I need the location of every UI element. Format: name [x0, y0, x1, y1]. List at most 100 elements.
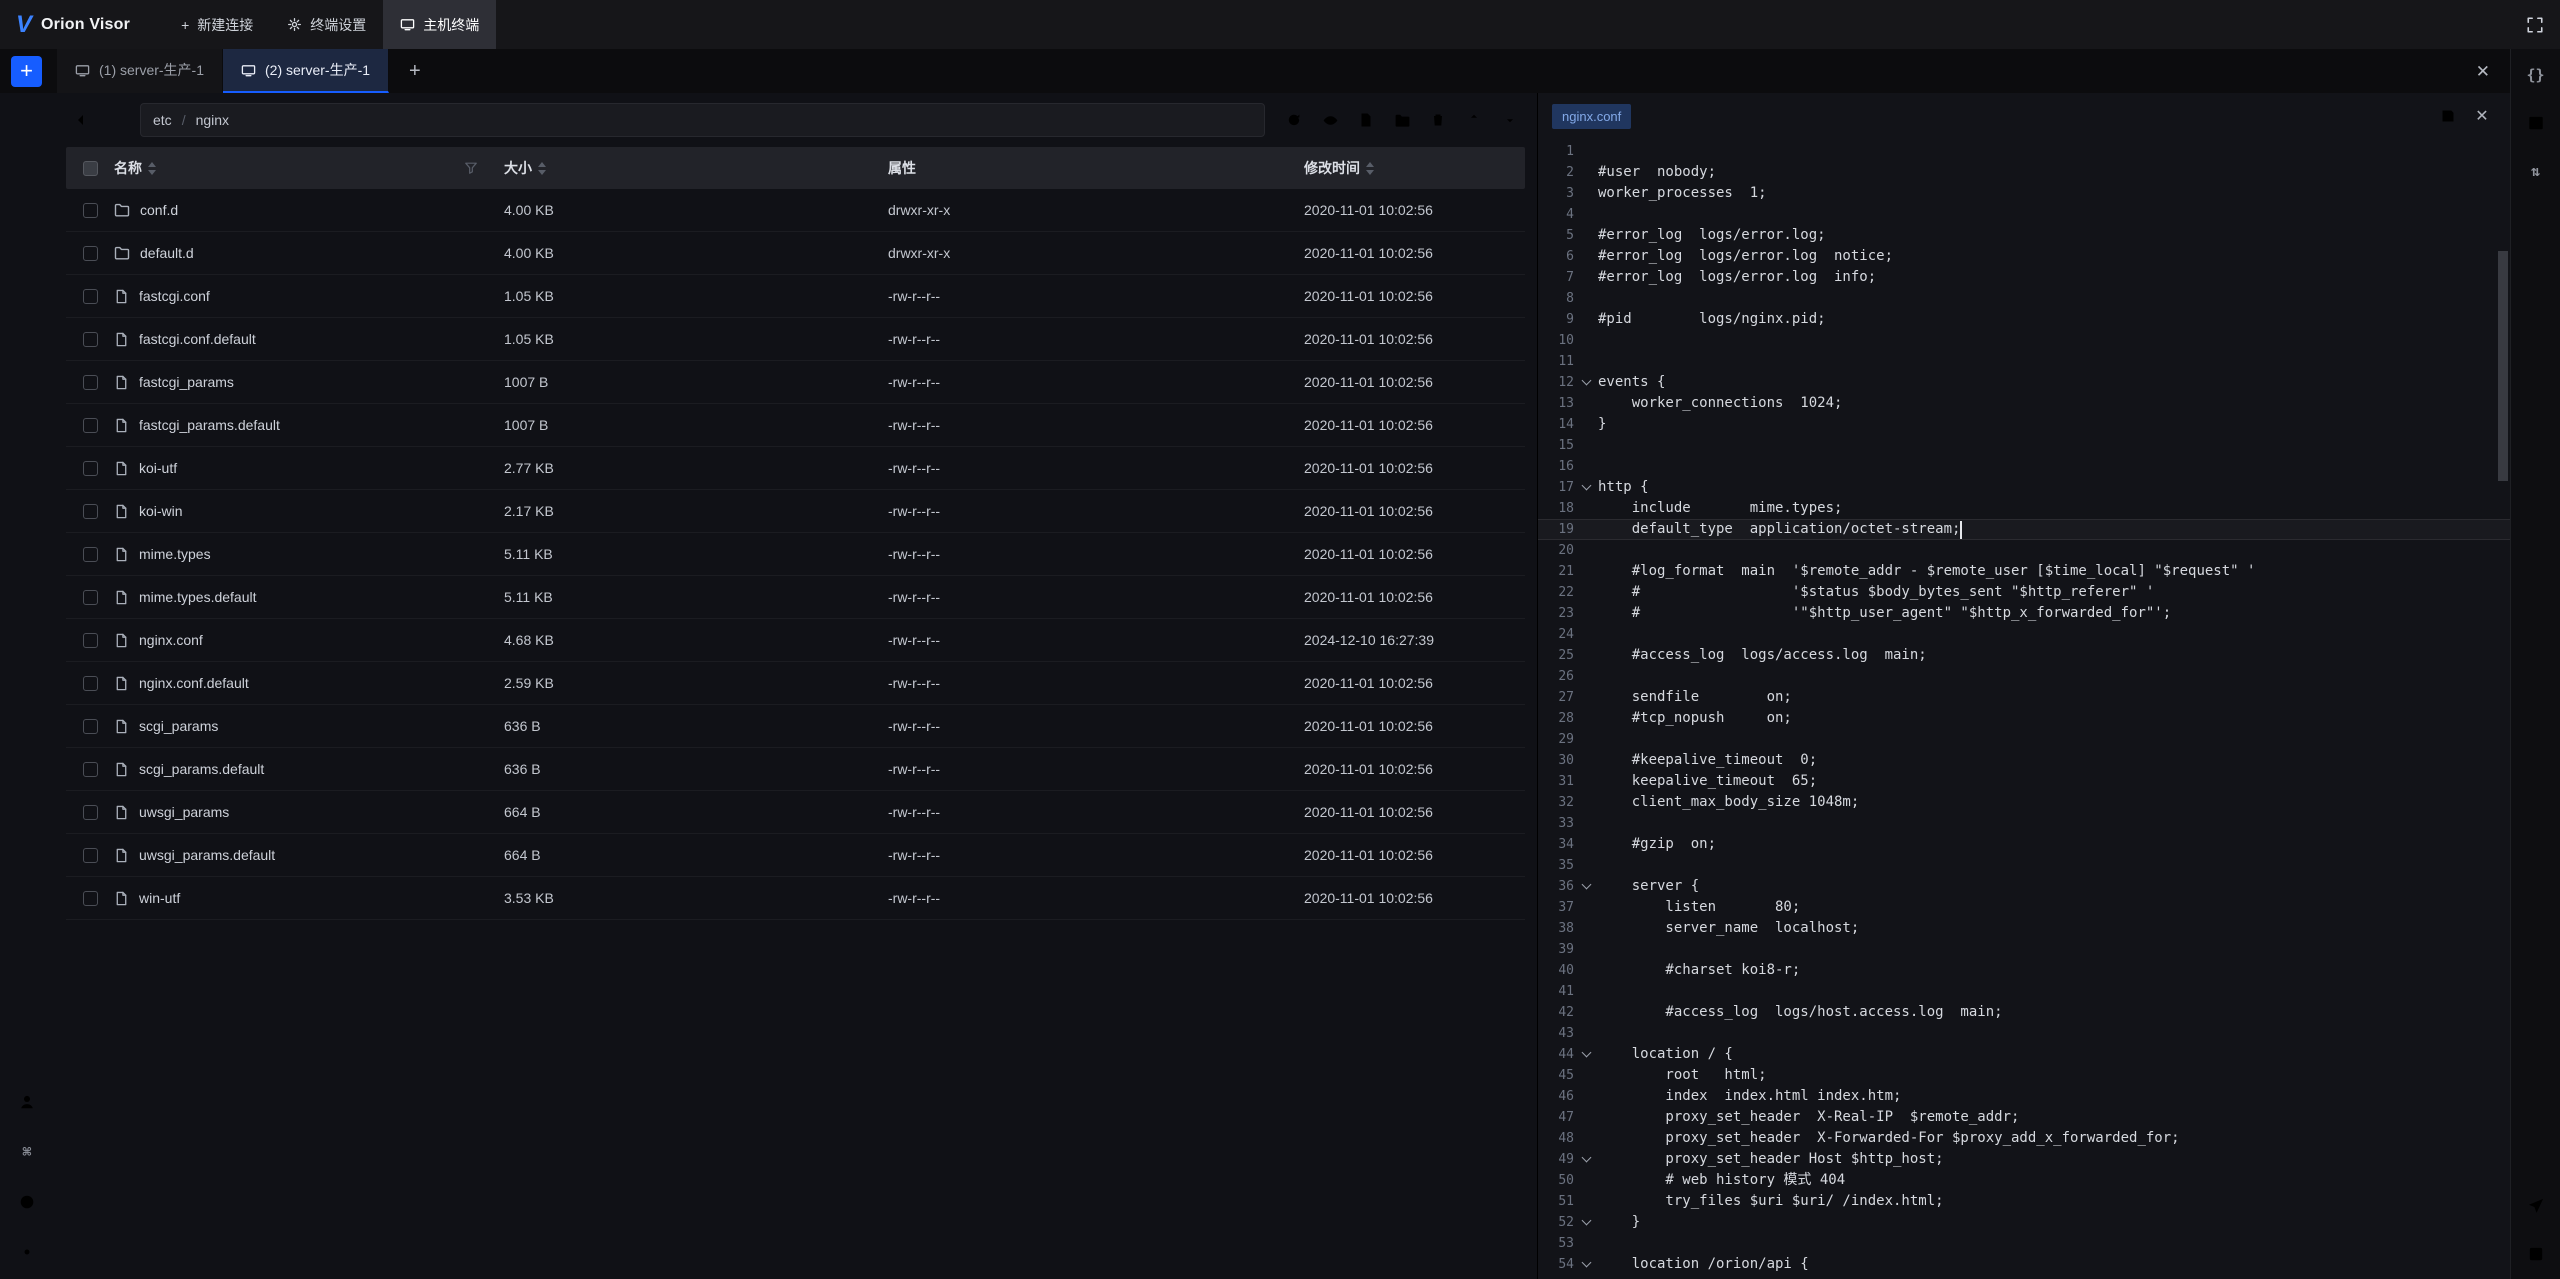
file-name[interactable]: koi-utf [139, 460, 177, 476]
code-line[interactable]: 39 [1538, 939, 2510, 960]
upload-icon[interactable] [1459, 105, 1489, 135]
row-checkbox[interactable] [83, 848, 98, 863]
sort-icon[interactable] [538, 162, 546, 175]
code-line[interactable]: 11 [1538, 351, 2510, 372]
column-header-name[interactable]: 名称 [114, 158, 504, 178]
code-line[interactable]: 37 listen 80; [1538, 897, 2510, 918]
file-name[interactable]: mime.types [139, 546, 211, 562]
code-line[interactable]: 35 [1538, 855, 2510, 876]
table-row[interactable]: koi-win2.17 KB-rw-r--r--2020-11-01 10:02… [66, 490, 1525, 533]
code-line[interactable]: 16 [1538, 456, 2510, 477]
row-checkbox[interactable] [83, 289, 98, 304]
breadcrumb-item[interactable]: etc [153, 112, 172, 128]
open-file-tab[interactable]: nginx.conf [1552, 104, 1631, 129]
table-row[interactable]: nginx.conf4.68 KB-rw-r--r--2024-12-10 16… [66, 619, 1525, 662]
row-checkbox[interactable] [83, 461, 98, 476]
breadcrumb-item[interactable]: nginx [196, 112, 229, 128]
terminal-tab[interactable]: (1) server-生产-1 [57, 49, 223, 93]
code-line[interactable]: 41 [1538, 981, 2510, 1002]
braces-snippet-icon[interactable]: {} [2519, 58, 2553, 92]
sort-icon[interactable] [1366, 162, 1374, 175]
row-checkbox[interactable] [83, 547, 98, 562]
code-line[interactable]: 24 [1538, 624, 2510, 645]
editor-code[interactable]: 12#user nobody;3worker_processes 1;45#er… [1538, 139, 2510, 1279]
file-name[interactable]: koi-win [139, 503, 183, 519]
file-name[interactable]: fastcgi_params [139, 374, 234, 390]
file-name[interactable]: uwsgi_params [139, 804, 229, 820]
table-row[interactable]: nginx.conf.default2.59 KB-rw-r--r--2020-… [66, 662, 1525, 705]
file-name[interactable]: fastcgi.conf.default [139, 331, 256, 347]
row-checkbox[interactable] [83, 676, 98, 691]
table-row[interactable]: scgi_params.default636 B-rw-r--r--2020-1… [66, 748, 1525, 791]
code-line[interactable]: 1 [1538, 141, 2510, 162]
code-line[interactable]: 28 #tcp_nopush on; [1538, 708, 2510, 729]
table-row[interactable]: mime.types5.11 KB-rw-r--r--2020-11-01 10… [66, 533, 1525, 576]
code-line[interactable]: 4 [1538, 204, 2510, 225]
row-checkbox[interactable] [83, 762, 98, 777]
code-line[interactable]: 17http { [1538, 477, 2510, 498]
column-header-attr[interactable]: 属性 [888, 158, 1304, 178]
code-line[interactable]: 36 server { [1538, 876, 2510, 897]
file-name[interactable]: fastcgi.conf [139, 288, 210, 304]
row-checkbox[interactable] [83, 633, 98, 648]
code-line[interactable]: 30 #keepalive_timeout 0; [1538, 750, 2510, 771]
send-command-icon[interactable] [2519, 1189, 2553, 1223]
row-checkbox[interactable] [83, 805, 98, 820]
code-line[interactable]: 54 location /orion/api { [1538, 1254, 2510, 1275]
show-hidden-eye-icon[interactable] [1315, 105, 1345, 135]
code-line[interactable]: 40 #charset koi8-r; [1538, 960, 2510, 981]
code-line[interactable]: 3worker_processes 1; [1538, 183, 2510, 204]
code-line[interactable]: 25 #access_log logs/access.log main; [1538, 645, 2510, 666]
code-line[interactable]: 15 [1538, 435, 2510, 456]
code-line[interactable]: 32 client_max_body_size 1048m; [1538, 792, 2510, 813]
extension-box-icon[interactable] [2519, 1237, 2553, 1271]
settings-gear-icon[interactable] [10, 1235, 44, 1269]
code-line[interactable]: 8 [1538, 288, 2510, 309]
refresh-icon[interactable] [1279, 105, 1309, 135]
close-editor-icon[interactable]: ✕ [2468, 102, 2496, 130]
table-row[interactable]: mime.types.default5.11 KB-rw-r--r--2020-… [66, 576, 1525, 619]
fold-chevron-icon[interactable] [1574, 1221, 1598, 1224]
row-checkbox[interactable] [83, 504, 98, 519]
code-line[interactable]: 22 # '$status $body_bytes_sent "$http_re… [1538, 582, 2510, 603]
code-line[interactable]: 19 default_type application/octet-stream… [1538, 519, 2510, 540]
code-line[interactable]: 49 proxy_set_header Host $http_host; [1538, 1149, 2510, 1170]
close-all-icon[interactable]: ✕ [2470, 59, 2496, 84]
code-line[interactable]: 23 # '"$http_user_agent" "$http_x_forwar… [1538, 603, 2510, 624]
editor-scrollbar[interactable] [2498, 251, 2508, 481]
row-checkbox[interactable] [83, 375, 98, 390]
menu-host-terminal[interactable]: 主机终端 [383, 0, 496, 49]
menu-new-connection[interactable]: + 新建连接 [164, 0, 270, 49]
table-row[interactable]: win-utf3.53 KB-rw-r--r--2020-11-01 10:02… [66, 877, 1525, 920]
appearance-icon[interactable] [10, 1185, 44, 1219]
file-name[interactable]: nginx.conf [139, 632, 203, 648]
column-header-mtime[interactable]: 修改时间 [1304, 158, 1525, 178]
fold-chevron-icon[interactable] [1574, 381, 1598, 384]
file-name[interactable]: mime.types.default [139, 589, 257, 605]
code-line[interactable]: 47 proxy_set_header X-Real-IP $remote_ad… [1538, 1107, 2510, 1128]
code-line[interactable]: 29 [1538, 729, 2510, 750]
code-line[interactable]: 18 include mime.types; [1538, 498, 2510, 519]
code-line[interactable]: 20 [1538, 540, 2510, 561]
fold-chevron-icon[interactable] [1574, 1158, 1598, 1161]
code-line[interactable]: 45 root html; [1538, 1065, 2510, 1086]
code-line[interactable]: 10 [1538, 330, 2510, 351]
select-all-checkbox[interactable] [83, 161, 98, 176]
fold-chevron-icon[interactable] [1574, 885, 1598, 888]
table-row[interactable]: uwsgi_params.default664 B-rw-r--r--2020-… [66, 834, 1525, 877]
fold-chevron-icon[interactable] [1574, 1053, 1598, 1056]
command-shortcut-icon[interactable]: ⌘ [10, 1135, 44, 1169]
file-name[interactable]: scgi_params [139, 718, 218, 734]
file-name[interactable]: nginx.conf.default [139, 675, 249, 691]
file-name[interactable]: conf.d [140, 202, 178, 218]
row-checkbox[interactable] [83, 246, 98, 261]
code-line[interactable]: 31 keepalive_timeout 65; [1538, 771, 2510, 792]
download-icon[interactable] [1495, 105, 1525, 135]
new-folder-icon[interactable] [1387, 105, 1417, 135]
table-row[interactable]: uwsgi_params664 B-rw-r--r--2020-11-01 10… [66, 791, 1525, 834]
row-checkbox[interactable] [83, 719, 98, 734]
delete-trash-icon[interactable] [1423, 105, 1453, 135]
code-line[interactable]: 13 worker_connections 1024; [1538, 393, 2510, 414]
fold-chevron-icon[interactable] [1574, 1263, 1598, 1266]
code-line[interactable]: 38 server_name localhost; [1538, 918, 2510, 939]
